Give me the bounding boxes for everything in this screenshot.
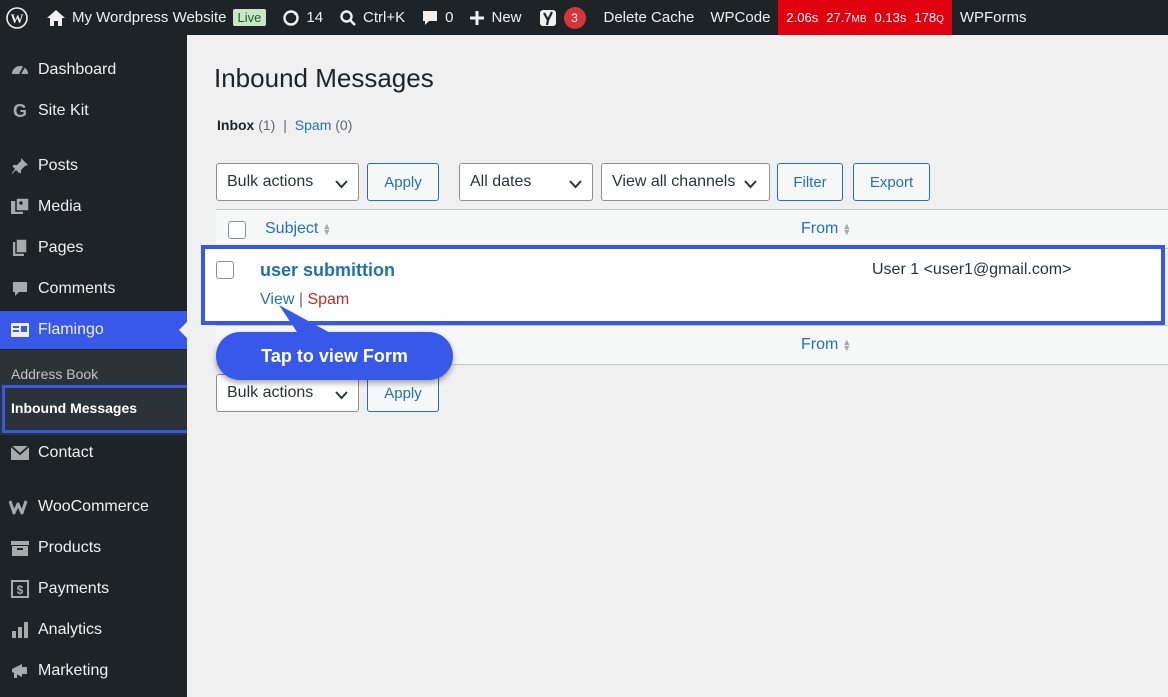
sidebar-item-products[interactable]: Products bbox=[0, 529, 187, 567]
column-from-footer[interactable]: From ▲ ▼ bbox=[801, 336, 851, 354]
wordpress-logo-icon: W bbox=[6, 6, 28, 29]
sort-icon: ▲ ▼ bbox=[842, 337, 852, 353]
chevron-down-icon bbox=[569, 176, 582, 194]
archive-icon bbox=[0, 538, 38, 558]
sidebar-item-marketing[interactable]: Marketing bbox=[0, 652, 187, 690]
column-subject[interactable]: Subject ▲ ▼ bbox=[265, 220, 331, 238]
sort-icon: ▲ ▼ bbox=[842, 221, 852, 237]
export-button[interactable]: Export bbox=[853, 163, 930, 201]
chevron-down-icon bbox=[335, 176, 348, 194]
bulk-actions-select-top[interactable]: Bulk actions bbox=[216, 163, 359, 201]
svg-text:G: G bbox=[13, 101, 27, 121]
chevron-down-icon bbox=[335, 387, 348, 405]
envelope-icon bbox=[0, 444, 38, 462]
query-monitor-menu[interactable]: 2.06s 27.7MB 0.13s 178Q bbox=[778, 0, 952, 35]
comment-icon bbox=[421, 9, 439, 27]
new-content-menu[interactable]: New bbox=[461, 0, 529, 35]
main-content: Inbound Messages Inbox (1) | Spam (0) Bu… bbox=[187, 35, 1168, 697]
woocommerce-icon bbox=[0, 498, 38, 516]
view-spam[interactable]: Spam (0) bbox=[295, 117, 353, 133]
perf-queries: 178Q bbox=[914, 10, 944, 25]
sidebar-item-comments[interactable]: Comments bbox=[0, 270, 187, 308]
view-separator: | bbox=[283, 117, 287, 133]
inbound-messages-highlight bbox=[2, 385, 190, 433]
pin-icon bbox=[0, 156, 38, 176]
dashboard-icon bbox=[0, 60, 38, 80]
updates-icon bbox=[282, 9, 300, 27]
delete-cache-menu[interactable]: Delete Cache bbox=[594, 0, 703, 35]
sidebar-item-pages[interactable]: Pages bbox=[0, 229, 187, 267]
wpcode-label: WPCode bbox=[710, 9, 771, 26]
tap-to-view-callout: Tap to view Form bbox=[216, 332, 453, 380]
flamingo-icon bbox=[0, 321, 38, 339]
media-icon bbox=[0, 197, 38, 217]
submenu-item-address-book[interactable]: Address Book bbox=[11, 366, 98, 382]
svg-text:W: W bbox=[11, 11, 24, 26]
view-filters: Inbox (1) | Spam (0) bbox=[217, 117, 352, 133]
sidebar-item-site-kit[interactable]: G Site Kit bbox=[0, 92, 187, 130]
table-row: user submittion View | Spam User 1 <user… bbox=[201, 245, 1165, 325]
search-menu[interactable]: Ctrl+K bbox=[331, 0, 413, 35]
admin-bar: W My Wordpress Website Live 14 Ctrl+K 0 … bbox=[0, 0, 1168, 35]
bar-chart-icon bbox=[0, 620, 38, 640]
plus-icon bbox=[469, 10, 485, 26]
sidebar-item-flamingo[interactable]: Flamingo bbox=[0, 311, 187, 349]
search-icon bbox=[339, 9, 357, 27]
comments-count: 0 bbox=[445, 9, 454, 26]
sidebar-item-contact[interactable]: Contact bbox=[0, 434, 187, 472]
new-label: New bbox=[491, 9, 522, 26]
current-menu-arrow bbox=[179, 322, 187, 338]
sidebar-item-media[interactable]: Media bbox=[0, 188, 187, 226]
updates-count: 14 bbox=[306, 9, 324, 26]
select-all-checkbox[interactable] bbox=[228, 221, 246, 239]
sidebar-item-woocommerce[interactable]: WooCommerce bbox=[0, 488, 187, 526]
row-checkbox[interactable] bbox=[216, 261, 234, 279]
wp-logo-menu[interactable]: W bbox=[0, 0, 36, 35]
wpforms-menu[interactable]: WPForms bbox=[952, 0, 1035, 35]
search-shortcut: Ctrl+K bbox=[363, 9, 406, 26]
filter-button[interactable]: Filter bbox=[777, 163, 843, 201]
yoast-menu[interactable]: 3 bbox=[530, 0, 594, 35]
message-subject-link[interactable]: user submittion bbox=[260, 260, 395, 281]
yoast-icon bbox=[538, 8, 558, 28]
wpcode-menu[interactable]: WPCode bbox=[702, 0, 778, 35]
view-inbox[interactable]: Inbox (1) bbox=[217, 117, 275, 133]
dates-select[interactable]: All dates bbox=[459, 163, 593, 201]
message-from: User 1 <user1@gmail.com> bbox=[872, 261, 1072, 278]
wpforms-label: WPForms bbox=[959, 9, 1027, 26]
apply-button-top[interactable]: Apply bbox=[367, 163, 439, 201]
pages-icon bbox=[0, 238, 38, 258]
live-badge: Live bbox=[232, 9, 267, 26]
sidebar-item-payments[interactable]: $ Payments bbox=[0, 570, 187, 608]
admin-sidebar: Dashboard G Site Kit Posts Media Pages C… bbox=[0, 35, 190, 697]
comments-menu[interactable]: 0 bbox=[413, 0, 461, 35]
megaphone-icon bbox=[0, 661, 38, 681]
home-icon bbox=[46, 9, 66, 27]
svg-text:$: $ bbox=[17, 583, 24, 597]
perf-query-time: 0.13s bbox=[874, 10, 907, 25]
page-title: Inbound Messages bbox=[214, 63, 434, 93]
sidebar-item-posts[interactable]: Posts bbox=[0, 147, 187, 185]
google-g-icon: G bbox=[0, 101, 38, 121]
sort-icon: ▲ ▼ bbox=[322, 221, 332, 237]
yoast-count-badge: 3 bbox=[563, 6, 586, 29]
dollar-icon: $ bbox=[0, 579, 38, 599]
chevron-down-icon bbox=[744, 176, 757, 194]
table-header: Subject ▲ ▼ From ▲ ▼ bbox=[216, 209, 1168, 249]
column-from[interactable]: From ▲ ▼ bbox=[801, 220, 851, 238]
site-name: My Wordpress Website bbox=[72, 9, 227, 26]
updates-menu[interactable]: 14 bbox=[274, 0, 331, 35]
sidebar-item-dashboard[interactable]: Dashboard bbox=[0, 51, 187, 89]
perf-time: 2.06s bbox=[786, 10, 819, 25]
site-name-menu[interactable]: My Wordpress Website Live bbox=[36, 0, 274, 35]
comment-icon bbox=[0, 279, 38, 299]
channels-select[interactable]: View all channels bbox=[601, 163, 770, 201]
delete-cache-label: Delete Cache bbox=[603, 9, 695, 26]
perf-memory: 27.7MB bbox=[826, 10, 867, 25]
sidebar-item-analytics[interactable]: Analytics bbox=[0, 611, 187, 649]
